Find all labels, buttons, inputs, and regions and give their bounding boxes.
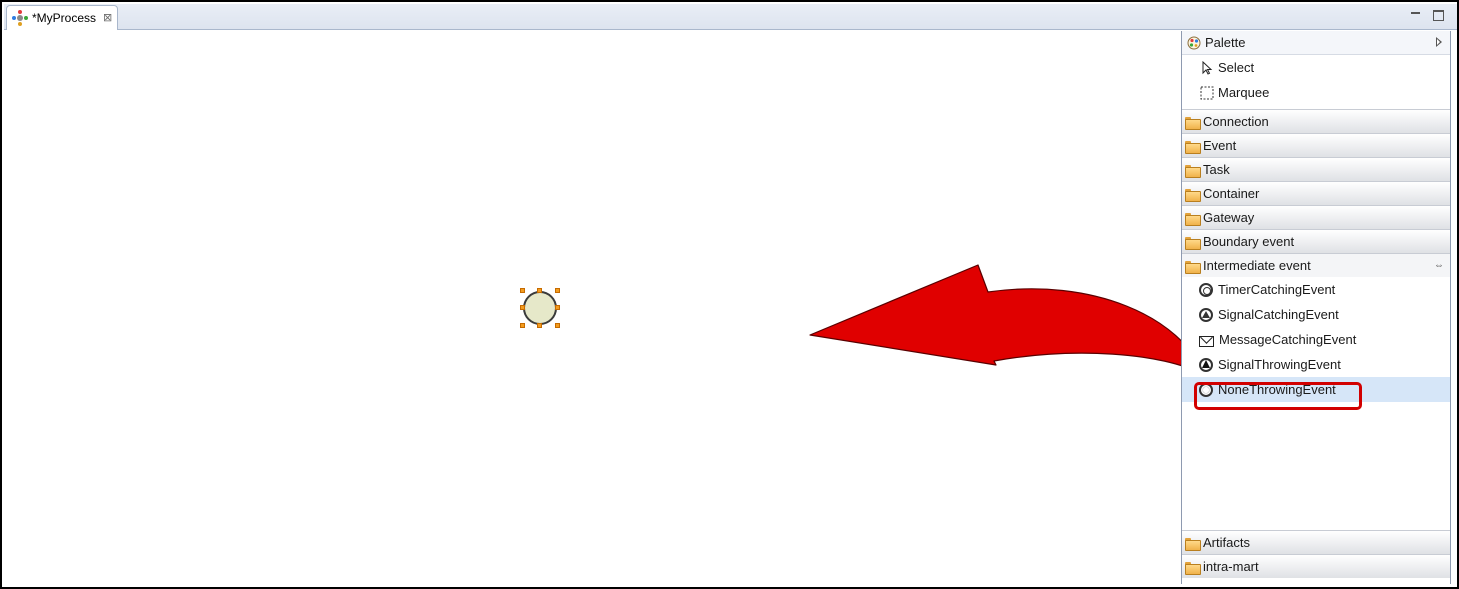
entry-label: SignalThrowingEvent: [1218, 357, 1341, 372]
resize-handle-w[interactable]: [520, 305, 525, 310]
drawer-gateway[interactable]: Gateway: [1182, 205, 1450, 229]
entry-message-catching-event[interactable]: MessageCatchingEvent: [1182, 327, 1450, 352]
resize-handle-sw[interactable]: [520, 323, 525, 328]
open-folder-icon: [1185, 261, 1201, 274]
folder-icon: [1185, 165, 1201, 178]
drawer-label: Event: [1203, 138, 1237, 153]
drawer-task[interactable]: Task: [1182, 157, 1450, 181]
drawer-connection[interactable]: Connection: [1182, 109, 1450, 133]
signal-catching-event-icon: [1199, 307, 1213, 322]
drawer-container[interactable]: Container: [1182, 181, 1450, 205]
drawer-label: Artifacts: [1203, 535, 1250, 550]
folder-icon: [1185, 141, 1201, 154]
close-icon[interactable]: ⊠: [103, 12, 112, 24]
entry-signal-throwing-event[interactable]: SignalThrowingEvent: [1182, 352, 1450, 377]
process-diagram-icon: [12, 10, 28, 26]
folder-icon: [1185, 213, 1201, 226]
resize-handle-ne[interactable]: [555, 288, 560, 293]
drawer-event[interactable]: Event: [1182, 133, 1450, 157]
tab-myprocess[interactable]: *MyProcess ⊠: [6, 5, 118, 30]
palette-title: Palette: [1205, 35, 1246, 50]
drawer-label: Task: [1203, 162, 1230, 177]
bottom-drawers: Artifacts intra-mart: [1182, 530, 1450, 578]
drawer-label: Intermediate event: [1203, 258, 1311, 273]
entry-label: SignalCatchingEvent: [1218, 307, 1339, 322]
drawer-label: intra-mart: [1203, 559, 1259, 574]
tool-marquee-label: Marquee: [1218, 85, 1270, 100]
tool-marquee[interactable]: Marquee: [1182, 80, 1450, 105]
entry-signal-catching-event[interactable]: SignalCatchingEvent: [1182, 302, 1450, 327]
resize-handle-se[interactable]: [555, 323, 560, 328]
drawer-boundary-event[interactable]: Boundary event: [1182, 229, 1450, 253]
drawer-label: Gateway: [1203, 210, 1255, 225]
annotation-arrow: [809, 264, 1205, 376]
editor-window: *MyProcess ⊠ Palette Select Marquee Conn…: [0, 0, 1459, 589]
drawer-label: Boundary event: [1203, 234, 1295, 249]
signal-throwing-event-icon: [1199, 357, 1213, 372]
palette-header: Palette: [1182, 31, 1450, 55]
tool-select-label: Select: [1218, 60, 1255, 75]
folder-icon: [1185, 562, 1201, 575]
entry-label: MessageCatchingEvent: [1219, 332, 1357, 347]
folder-icon: [1185, 237, 1201, 250]
none-throwing-event-node[interactable]: [520, 288, 560, 328]
event-circle: [523, 291, 557, 325]
resize-handle-s[interactable]: [537, 323, 542, 328]
entry-label: TimerCatchingEvent: [1218, 282, 1336, 297]
minimize-icon[interactable]: [1408, 8, 1422, 22]
marquee-icon: [1200, 86, 1214, 99]
folder-icon: [1185, 189, 1201, 202]
pin-drawer-icon[interactable]: ⇔: [1434, 260, 1444, 271]
drawer-label: Connection: [1203, 114, 1269, 129]
highlight-box: [1194, 382, 1362, 410]
resize-handle-e[interactable]: [555, 305, 560, 310]
tool-select[interactable]: Select: [1182, 55, 1450, 80]
resize-handle-nw[interactable]: [520, 288, 525, 293]
tab-title: *MyProcess: [32, 11, 97, 25]
timer-catching-event-icon: [1199, 282, 1213, 297]
message-catching-event-icon: [1199, 335, 1214, 347]
resize-handle-n[interactable]: [537, 288, 542, 293]
arrow-cursor-icon: [1202, 60, 1213, 75]
entry-timer-catching-event[interactable]: TimerCatchingEvent: [1182, 277, 1450, 302]
maximize-icon[interactable]: [1431, 8, 1445, 22]
drawer-artifacts[interactable]: Artifacts: [1182, 530, 1450, 554]
palette-panel: Palette Select Marquee Connection Event: [1181, 31, 1451, 584]
palette-icon: [1187, 36, 1201, 49]
drawer-intermediate-event[interactable]: Intermediate event ⇔: [1182, 253, 1450, 277]
folder-icon: [1185, 117, 1201, 130]
drawer-label: Container: [1203, 186, 1260, 201]
folder-icon: [1185, 538, 1201, 551]
editor-tab-strip: *MyProcess ⊠: [4, 4, 1457, 30]
collapse-palette-icon[interactable]: [1436, 37, 1442, 47]
drawer-intra-mart[interactable]: intra-mart: [1182, 554, 1450, 578]
